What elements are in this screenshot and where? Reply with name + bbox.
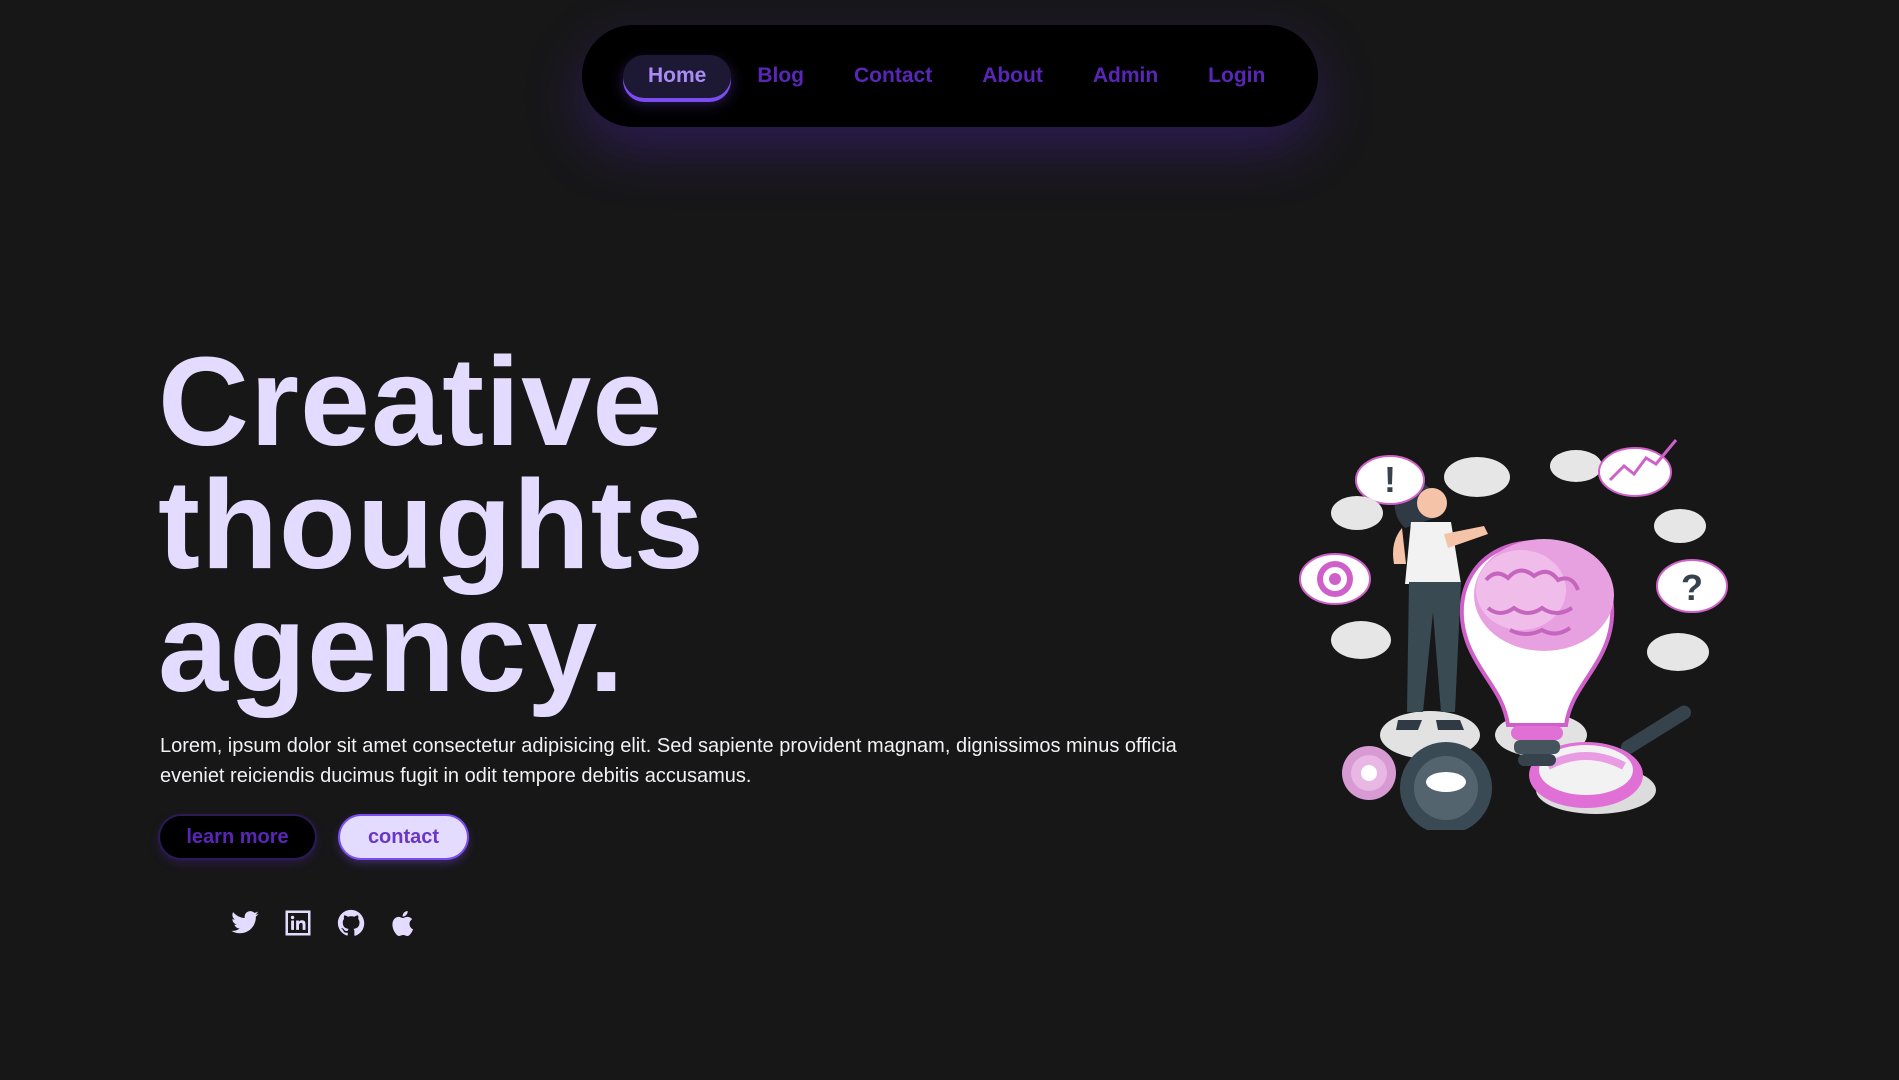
gear-icon-small [1342,746,1396,800]
nav-login-link[interactable]: Login [1208,64,1265,88]
linkedin-icon[interactable] [282,907,314,939]
exclamation-bubble-symbol: ! [1384,459,1396,500]
nav-contact-link[interactable]: Contact [854,64,932,88]
top-navigation: Home Blog Contact About Admin Login [582,25,1318,127]
headline-line-2: thoughts [158,454,705,595]
hero-description: Lorem, ipsum dolor sit amet consectetur … [160,735,1177,787]
nav-home-link[interactable]: Home [623,54,732,98]
twitter-icon[interactable] [229,907,261,939]
nav-blog-link[interactable]: Blog [757,64,804,88]
github-icon[interactable] [335,907,367,939]
headline-line-3: agency. [158,577,625,718]
question-bubble-symbol: ? [1681,567,1703,608]
gear-icon-large [1400,742,1492,830]
nav-admin-link[interactable]: Admin [1093,64,1158,88]
target-icon [1317,561,1353,597]
lightbulb-brain-illustration: ! ? [1299,439,1728,830]
nav-about-link[interactable]: About [982,64,1043,88]
brain [1474,539,1614,651]
headline-line-1: Creative [158,331,664,472]
social-links [229,907,441,939]
hero-headline: Creative thoughts agency. [158,331,705,718]
learn-more-button[interactable]: learn more [160,816,315,858]
landing-page: Home Blog Contact About Admin Login Crea… [0,0,1899,1080]
apple-icon[interactable] [388,907,420,939]
contact-button[interactable]: contact [340,816,467,858]
